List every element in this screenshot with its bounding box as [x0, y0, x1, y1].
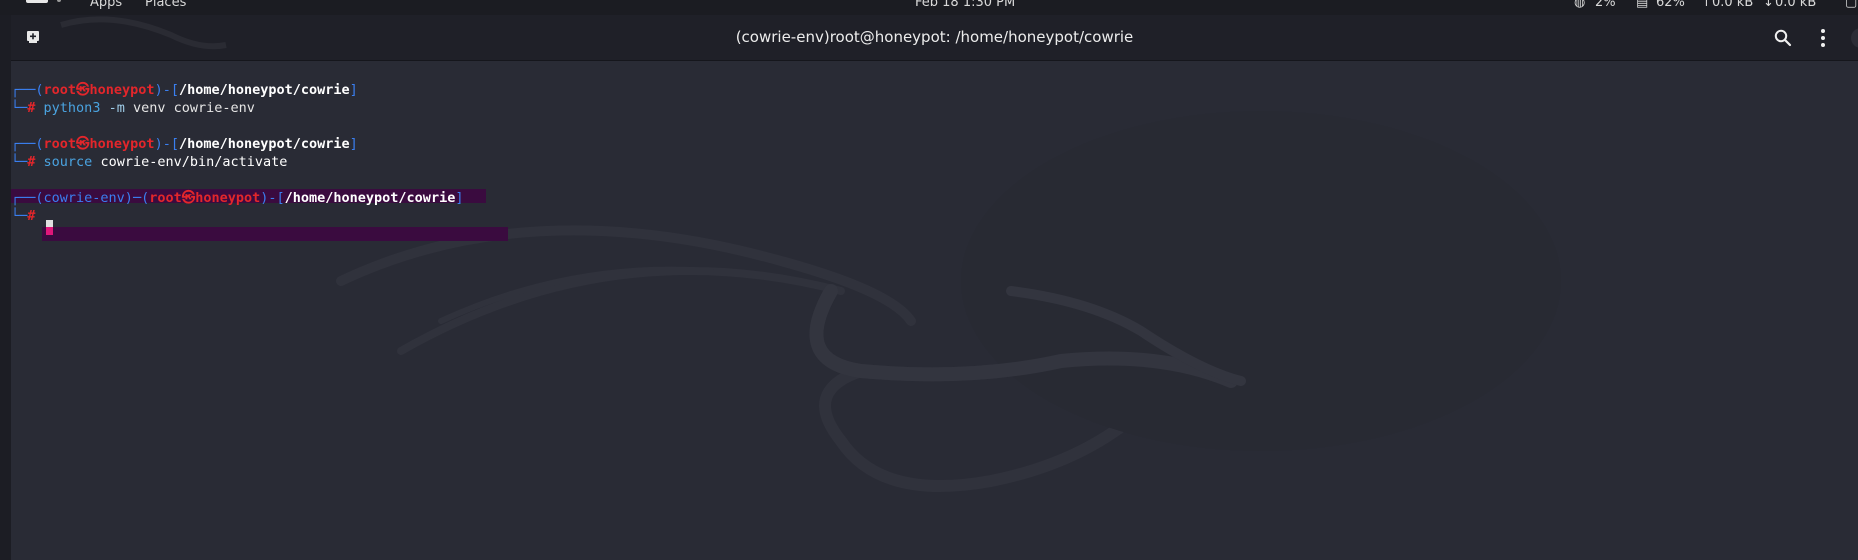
kebab-menu-icon: [1821, 29, 1825, 47]
prompt-bracket: )-[: [154, 136, 179, 152]
prompt-hash: #: [27, 208, 36, 224]
prompt-corner: └─: [11, 154, 28, 170]
prompt-bracket: ]: [455, 190, 464, 206]
command-line: └─# source cowrie-env/bin/activate: [11, 153, 287, 171]
clock[interactable]: Feb 18 1:30 PM: [915, 0, 1015, 11]
selection-highlight: [42, 227, 508, 241]
panel-menu-icon[interactable]: ▢: [1845, 0, 1857, 11]
memory-usage: 62%: [1656, 0, 1685, 10]
command-line: └─#: [11, 207, 35, 225]
menu-button[interactable]: [1817, 27, 1829, 49]
command-args: cowrie-env/bin/activate: [100, 154, 288, 170]
command-line: └─# python3 -m venv cowrie-env: [11, 99, 255, 117]
upload-rate: 0.0 kB: [1712, 0, 1754, 10]
prompt-bracket: )-[: [260, 190, 285, 206]
search-button[interactable]: [1773, 28, 1793, 48]
cpu-icon: ◍: [1574, 0, 1586, 10]
prompt-hash: #: [27, 154, 36, 170]
window-headerbar[interactable]: (cowrie-env)root@honeypot: /home/honeypo…: [11, 15, 1858, 61]
prompt-hash: #: [27, 100, 36, 116]
prompt-user-host: root㉿honeypot: [43, 136, 155, 152]
activities-icon[interactable]: [26, 0, 48, 3]
prompt-line: ┌──(root㉿honeypot)-[/home/honeypot/cowri…: [11, 135, 358, 153]
terminal-window[interactable]: (cowrie-env)root@honeypot: /home/honeypo…: [11, 15, 1858, 560]
cpu-usage: 2%: [1595, 0, 1616, 10]
command-args: venv cowrie-env: [133, 100, 255, 116]
prompt-path: /home/honeypot/cowrie: [178, 136, 350, 152]
window-title: (cowrie-env)root@honeypot: /home/honeypo…: [735, 28, 1134, 46]
prompt-corner: └─: [11, 208, 28, 224]
prompt-user-host: root㉿honeypot: [43, 82, 155, 98]
prompt-corner: ┌──: [11, 82, 36, 98]
prompt-path: /home/honeypot/cowrie: [178, 82, 350, 98]
prompt-corner: ┌──: [11, 190, 36, 206]
prompt-corner: ┌──: [11, 136, 36, 152]
download-icon: ↓: [1763, 0, 1774, 10]
top-panel: Apps Places Feb 18 1:30 PM ◍ 2% ▤ 62% ↑ …: [0, 0, 1858, 15]
activities-dot-icon: [57, 0, 61, 2]
prompt-bracket: ]: [349, 82, 358, 98]
command-flag: -m: [108, 100, 125, 116]
apps-menu[interactable]: Apps: [90, 0, 122, 11]
command-name: source: [43, 154, 93, 170]
desktop-edge: [0, 15, 11, 560]
prompt-bracket: ─(: [132, 190, 150, 206]
prompt-bracket: )-[: [154, 82, 179, 98]
download-rate: 0.0 kB: [1775, 0, 1817, 10]
prompt-venv: (cowrie-env): [35, 190, 133, 206]
prompt-line: ┌──(root㉿honeypot)-[/home/honeypot/cowri…: [11, 81, 358, 99]
memory-icon: ▤: [1636, 0, 1649, 10]
command-name: python3: [43, 100, 101, 116]
prompt-bracket: (: [35, 136, 44, 152]
desktop: Apps Places Feb 18 1:30 PM ◍ 2% ▤ 62% ↑ …: [0, 0, 1858, 560]
prompt-bracket: ]: [349, 136, 358, 152]
prompt-line: ┌──(cowrie-env)─(root㉿honeypot)-[/home/h…: [11, 189, 463, 207]
upload-icon: ↑: [1701, 0, 1712, 10]
prompt-path: /home/honeypot/cowrie: [284, 190, 456, 206]
search-icon: [1774, 29, 1792, 47]
prompt-corner: └─: [11, 100, 28, 116]
prompt-bracket: (: [35, 82, 44, 98]
text-cursor-highlight: [46, 227, 53, 235]
places-menu[interactable]: Places: [145, 0, 186, 11]
terminal-viewport[interactable]: ┌──(root㉿honeypot)-[/home/honeypot/cowri…: [11, 61, 1858, 560]
prompt-user-host: root㉿honeypot: [149, 190, 261, 206]
